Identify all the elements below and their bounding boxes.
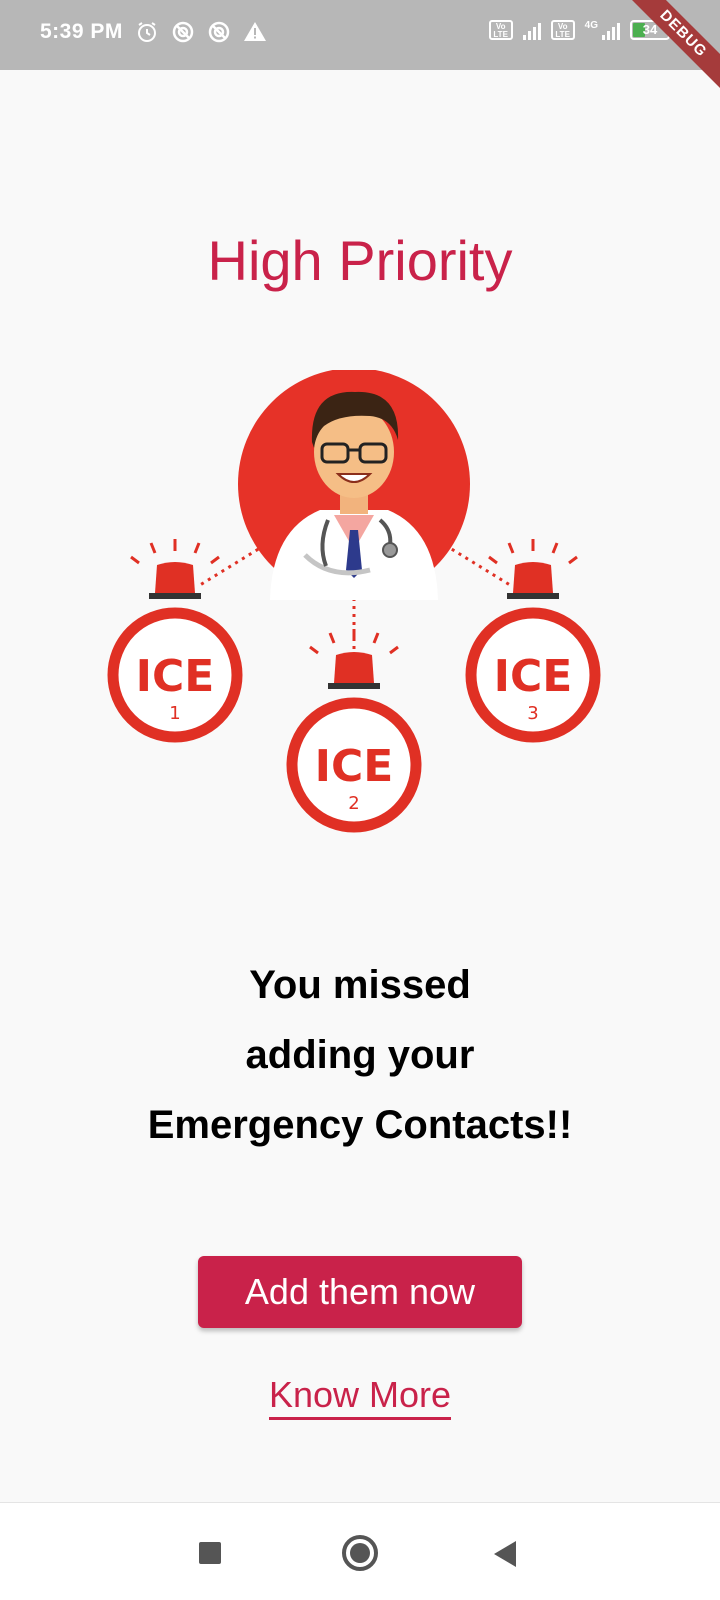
ice-number: 1 — [169, 703, 180, 724]
home-icon[interactable] — [342, 1535, 378, 1571]
add-them-now-button[interactable]: Add them now — [198, 1256, 522, 1328]
ice-label: ICE — [315, 741, 394, 792]
know-more-link[interactable]: Know More — [268, 1374, 452, 1420]
connector-line — [444, 543, 511, 587]
siren-icon — [309, 629, 399, 689]
ice-number: 3 — [527, 703, 538, 724]
page-title: High Priority — [207, 229, 513, 292]
ice-contact-1: ICE 1 — [107, 539, 243, 743]
recents-icon[interactable] — [199, 1542, 221, 1564]
ice-contact-3: ICE 3 — [465, 539, 601, 743]
message-line-3: Emergency Contacts!! — [147, 1103, 573, 1147]
system-nav-bar — [0, 1502, 720, 1600]
signal-icon — [602, 20, 620, 40]
siren-icon — [488, 539, 578, 599]
warning-icon — [243, 22, 266, 41]
doctor-avatar — [238, 370, 470, 600]
message-line-1: You missed — [249, 963, 471, 1007]
siren-icon — [130, 539, 220, 599]
status-left: 5:39 PM — [40, 20, 267, 44]
alarm-icon — [137, 22, 156, 42]
ice-label: ICE — [494, 651, 573, 702]
status-right: Vo LTE Vo LTE 4G 34 — [488, 20, 674, 40]
ice-label: ICE — [136, 651, 215, 702]
know-more-container: Know More — [0, 1374, 720, 1420]
back-icon[interactable] — [494, 1541, 516, 1567]
data-saver-icon — [172, 21, 194, 43]
status-bar: 5:39 PM Vo LTE Vo LTE 4G 34 DEBUG — [0, 0, 720, 96]
volte-icon: Vo LTE — [488, 20, 513, 40]
debug-banner: DEBUG — [621, 0, 720, 96]
missing-contacts-message: You missed adding your Emergency Contact… — [60, 950, 660, 1160]
status-time: 5:39 PM — [40, 20, 123, 43]
ice-number: 2 — [348, 793, 359, 814]
network-type: 4G — [584, 20, 598, 31]
data-saver-icon — [208, 21, 230, 43]
ice-contact-2: ICE 2 — [286, 629, 422, 833]
message-line-2: adding your — [245, 1033, 475, 1077]
signal-icon — [522, 20, 541, 40]
volte-icon: Vo LTE — [550, 20, 575, 40]
emergency-contacts-illustration: ICE 1 ICE 2 ICE 3 — [107, 370, 601, 833]
connector-line — [199, 543, 266, 587]
